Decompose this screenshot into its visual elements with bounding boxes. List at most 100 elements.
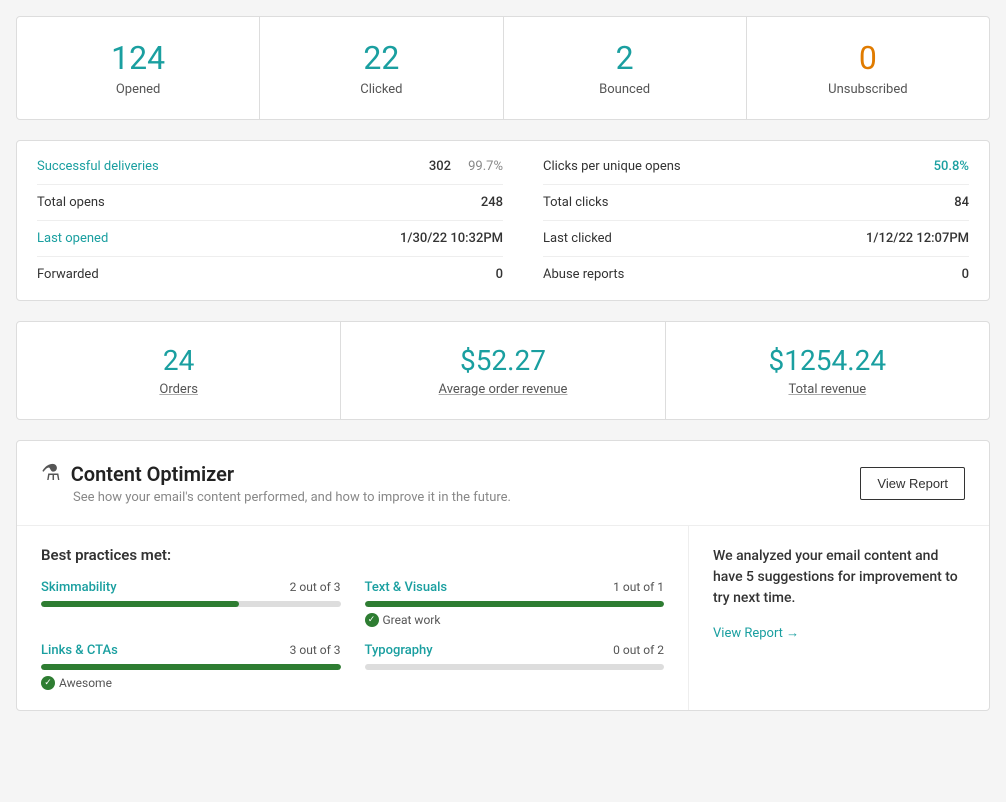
bp-item-text-visuals-header: Text & Visuals 1 out of 1	[365, 580, 665, 595]
metric-val-clicks-unique: 50.8%	[934, 159, 969, 174]
revenue-total-label: Total revenue	[788, 382, 866, 397]
optimizer-title-row: ⚗ Content Optimizer	[41, 461, 511, 486]
bp-title: Best practices met:	[41, 546, 664, 564]
best-practices-right: We analyzed your email content and have …	[689, 526, 989, 710]
metric-label-forwarded: Forwarded	[37, 267, 177, 282]
stats-card: 124 Opened 22 Clicked 2 Bounced 0 Unsubs…	[16, 16, 990, 120]
bp-text-visuals-bar-fill	[365, 601, 665, 607]
bp-skimmability-bar-bg	[41, 601, 341, 607]
stat-bounced-value: 2	[516, 39, 734, 77]
bp-item-skimmability-name: Skimmability	[41, 580, 117, 595]
bp-text-visuals-badge-label: Great work	[383, 613, 441, 627]
stat-opened-label: Opened	[116, 82, 161, 97]
metric-row-last-opened: Last opened 1/30/22 10:32PM	[37, 221, 503, 257]
bp-text-visuals-badge: ✓ Great work	[365, 613, 665, 627]
stat-unsubscribed: 0 Unsubscribed	[747, 17, 989, 119]
metric-main-forwarded: 0	[496, 267, 503, 282]
metric-main-last-opened: 1/30/22 10:32PM	[400, 231, 503, 246]
stats-row: 124 Opened 22 Clicked 2 Bounced 0 Unsubs…	[17, 17, 989, 119]
bp-item-skimmability-header: Skimmability 2 out of 3	[41, 580, 341, 595]
bp-text-visuals-bar-bg	[365, 601, 665, 607]
bp-item-links-ctas-name: Links & CTAs	[41, 643, 118, 658]
optimizer-title-group: ⚗ Content Optimizer See how your email's…	[41, 461, 511, 505]
revenue-avg-order[interactable]: $52.27 Average order revenue	[341, 322, 665, 419]
metrics-left-col: Successful deliveries 302 99.7% Total op…	[37, 149, 503, 292]
best-practices-body: Best practices met: Skimmability 2 out o…	[17, 526, 989, 710]
view-report-link[interactable]: View Report →	[713, 625, 965, 641]
optimizer-header: ⚗ Content Optimizer See how your email's…	[17, 441, 989, 526]
stat-clicked: 22 Clicked	[260, 17, 503, 119]
bp-item-links-ctas-score: 3 out of 3	[290, 643, 341, 658]
bp-item-typography: Typography 0 out of 2	[365, 643, 665, 690]
stat-unsubscribed-label: Unsubscribed	[828, 82, 907, 97]
revenue-card: 24 Orders $52.27 Average order revenue $…	[16, 321, 990, 420]
bp-item-text-visuals-score: 1 out of 1	[613, 580, 664, 595]
metric-values-deliveries: 302 99.7%	[429, 159, 503, 174]
best-practices-left: Best practices met: Skimmability 2 out o…	[17, 526, 689, 710]
flask-icon: ⚗	[41, 461, 61, 486]
revenue-orders-label: Orders	[159, 382, 198, 397]
metric-val-abuse: 0	[962, 267, 969, 282]
bp-item-skimmability-score: 2 out of 3	[290, 580, 341, 595]
metric-row-deliveries: Successful deliveries 302 99.7%	[37, 149, 503, 185]
metric-pct-deliveries: 99.7%	[463, 159, 503, 174]
metric-main-deliveries: 302	[429, 159, 451, 174]
metric-main-total-opens: 248	[481, 195, 503, 210]
metrics-right-col: Clicks per unique opens 50.8% Total clic…	[503, 149, 969, 292]
stat-bounced-label: Bounced	[599, 82, 650, 97]
revenue-orders: 24 Orders	[17, 322, 341, 419]
metric-label-total-opens: Total opens	[37, 195, 177, 210]
content-optimizer-card: ⚗ Content Optimizer See how your email's…	[16, 440, 990, 711]
metric-val-total-clicks: 84	[954, 195, 969, 210]
check-circle-icon: ✓	[365, 613, 379, 627]
metric-row-abuse: Abuse reports 0	[543, 257, 969, 292]
stat-unsubscribed-value: 0	[759, 39, 977, 77]
revenue-total-value: $1254.24	[678, 344, 977, 377]
bp-item-text-visuals: Text & Visuals 1 out of 1 ✓ Great work	[365, 580, 665, 627]
revenue-row: 24 Orders $52.27 Average order revenue $…	[17, 322, 989, 419]
bp-typography-bar-bg	[365, 664, 665, 670]
optimizer-title: Content Optimizer	[71, 462, 234, 486]
view-report-button[interactable]: View Report	[860, 467, 965, 500]
check-circle-icon-2: ✓	[41, 676, 55, 690]
bp-grid: Skimmability 2 out of 3 Text & Visuals 1…	[41, 580, 664, 690]
stat-opened: 124 Opened	[17, 17, 260, 119]
metric-row-total-opens: Total opens 248	[37, 185, 503, 221]
revenue-avg-order-label: Average order revenue	[439, 382, 568, 397]
revenue-orders-value: 24	[29, 344, 328, 377]
revenue-avg-order-value: $52.27	[353, 344, 652, 377]
stat-clicked-value: 22	[272, 39, 490, 77]
bp-item-links-ctas: Links & CTAs 3 out of 3 ✓ Awesome	[41, 643, 341, 690]
stat-bounced: 2 Bounced	[504, 17, 747, 119]
bp-item-typography-name: Typography	[365, 643, 433, 658]
metric-label-last-opened: Last opened	[37, 231, 177, 246]
metric-label-deliveries: Successful deliveries	[37, 159, 177, 174]
metric-row-clicks-unique: Clicks per unique opens 50.8%	[543, 149, 969, 185]
metric-val-last-clicked: 1/12/22 12:07PM	[866, 231, 969, 246]
right-panel-teal-text: We analyzed your email content and have …	[713, 548, 942, 585]
bp-links-ctas-bar-fill	[41, 664, 341, 670]
stat-clicked-label: Clicked	[360, 82, 402, 97]
bp-links-ctas-badge-label: Awesome	[59, 676, 112, 690]
bp-item-typography-header: Typography 0 out of 2	[365, 643, 665, 658]
metric-row-last-clicked: Last clicked 1/12/22 12:07PM	[543, 221, 969, 257]
metric-label-total-clicks: Total clicks	[543, 195, 683, 210]
right-panel-text: We analyzed your email content and have …	[713, 546, 965, 609]
metric-label-abuse: Abuse reports	[543, 267, 683, 282]
optimizer-subtitle: See how your email's content performed, …	[73, 490, 511, 505]
stat-opened-value: 124	[29, 39, 247, 77]
bp-item-typography-score: 0 out of 2	[613, 643, 664, 658]
bp-item-skimmability: Skimmability 2 out of 3	[41, 580, 341, 627]
metric-row-total-clicks: Total clicks 84	[543, 185, 969, 221]
bp-skimmability-bar-fill	[41, 601, 239, 607]
bp-item-text-visuals-name: Text & Visuals	[365, 580, 448, 595]
metric-label-clicks-unique: Clicks per unique opens	[543, 159, 683, 174]
bp-links-ctas-badge: ✓ Awesome	[41, 676, 341, 690]
bp-item-links-ctas-header: Links & CTAs 3 out of 3	[41, 643, 341, 658]
metrics-card: Successful deliveries 302 99.7% Total op…	[16, 140, 990, 301]
bp-links-ctas-bar-bg	[41, 664, 341, 670]
metric-row-forwarded: Forwarded 0	[37, 257, 503, 292]
metrics-grid: Successful deliveries 302 99.7% Total op…	[37, 149, 969, 292]
revenue-total[interactable]: $1254.24 Total revenue	[666, 322, 989, 419]
metric-label-last-clicked: Last clicked	[543, 231, 683, 246]
